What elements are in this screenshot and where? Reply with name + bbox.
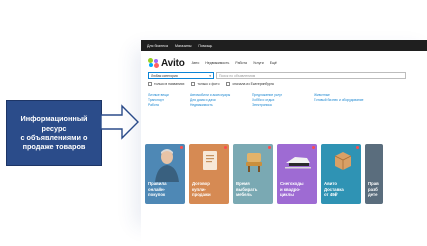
header-row: Avito Авто Недвижимость Работа Услуги Ещ… (141, 55, 427, 71)
promo-card-label: Прав разб дете (368, 181, 379, 197)
checkbox-icon[interactable] (226, 82, 231, 86)
category-link[interactable]: Хобби и отдых (252, 98, 308, 102)
category-links: Личные вещи Автомобили и аксессуары Пред… (141, 93, 427, 108)
filter-local-first[interactable]: сначала из Екатеринбурга (226, 82, 274, 86)
filter-photo-only[interactable]: только с фото (191, 82, 219, 86)
badge-dot-icon (224, 146, 227, 149)
promo-cards: Правила онлайн- покупок Договор купли- п… (145, 144, 383, 204)
promo-card-label: Авито Доставка от 49₽ (324, 181, 344, 197)
promo-card-furniture[interactable]: Время выбирать мебель (233, 144, 273, 204)
badge-dot-icon (356, 146, 359, 149)
avito-logo-icon (148, 58, 159, 68)
category-link[interactable]: Готовый бизнес и оборудование (314, 98, 374, 102)
arrow-right-icon (100, 104, 139, 140)
logo-text: Avito (161, 57, 185, 69)
promo-card-partial[interactable]: Прав разб дете (365, 144, 383, 204)
category-link[interactable]: Электроника (252, 103, 308, 107)
category-link[interactable]: Животные (314, 93, 374, 97)
category-link[interactable]: Транспорт (148, 98, 184, 102)
search-input[interactable]: Поиск по объявлениям (216, 72, 406, 79)
promo-card-snowmobiles[interactable]: Снегоходы и квадро- циклы (277, 144, 317, 204)
category-link[interactable]: Недвижимость (190, 103, 246, 107)
promo-card-avito-delivery[interactable]: Авито Доставка от 49₽ (321, 144, 361, 204)
search-row: Любая категория ▾ Поиск по объявлениям (141, 72, 427, 79)
topbar-link-help[interactable]: Помощь (198, 44, 212, 48)
category-link[interactable]: Для дома и дачи (190, 98, 246, 102)
promo-card-label: Правила онлайн- покупок (148, 181, 167, 197)
category-select[interactable]: Любая категория ▾ (148, 72, 214, 79)
promo-card-label: Снегоходы и квадро- циклы (280, 181, 304, 197)
checkbox-icon[interactable] (148, 82, 152, 86)
category-link[interactable]: Автомобили и аксессуары (190, 93, 246, 97)
category-link[interactable]: Работа (148, 103, 184, 107)
checkbox-icon[interactable] (191, 82, 196, 86)
filter-label: только в названиях (154, 82, 185, 86)
filter-titles-only[interactable]: только в названиях (148, 82, 184, 86)
badge-dot-icon (268, 146, 271, 149)
category-link[interactable]: Предложение услуг (252, 93, 308, 97)
top-bar: Для бизнеса Магазины Помощь (141, 40, 427, 51)
callout-text: Информационный ресурс с объявлениями о п… (17, 112, 90, 153)
topbar-link-shops[interactable]: Магазины (175, 44, 191, 48)
promo-card-label: Время выбирать мебель (236, 181, 258, 197)
category-link[interactable]: Личные вещи (148, 93, 184, 97)
search-placeholder: Поиск по объявлениям (219, 73, 256, 78)
chair-icon (246, 153, 262, 172)
search-filters: только в названиях только с фото сначала… (141, 82, 427, 86)
nav-item-more[interactable]: Ещё (270, 61, 277, 65)
promo-card-sale-contract[interactable]: Договор купли- продажи (189, 144, 229, 204)
chevron-down-icon: ▾ (209, 73, 211, 78)
category-select-value: Любая категория (151, 73, 178, 78)
avito-homepage-snapshot: Для бизнеса Магазины Помощь Avito Авто Н… (141, 40, 427, 218)
avito-logo[interactable]: Avito (148, 58, 185, 69)
callout-line: ресурс (41, 123, 67, 133)
package-icon (334, 152, 352, 170)
nav-item-services[interactable]: Услуги (253, 61, 264, 65)
filter-label: только с фото (197, 82, 220, 86)
nav-item-jobs[interactable]: Работа (235, 61, 247, 65)
promo-card-label: Договор купли- продажи (192, 181, 211, 197)
callout-line: с объявлениями о (20, 133, 88, 142)
page-bottom-space (141, 218, 427, 246)
filter-label: сначала из Екатеринбурга (232, 82, 274, 86)
document-icon (203, 151, 217, 170)
main-nav: Авто Недвижимость Работа Услуги Ещё (192, 61, 277, 65)
nav-item-realty[interactable]: Недвижимость (205, 61, 229, 65)
snowmobile-icon (285, 157, 311, 169)
callout-line: Информационный (20, 114, 88, 124)
topbar-link-business[interactable]: Для бизнеса (147, 44, 168, 48)
person-photo-icon (155, 149, 179, 182)
badge-dot-icon (180, 146, 183, 149)
callout-line: продаже товаров (22, 142, 86, 152)
promo-card-online-rules[interactable]: Правила онлайн- покупок (145, 144, 185, 204)
nav-item-auto[interactable]: Авто (192, 61, 200, 65)
badge-dot-icon (312, 146, 315, 149)
callout-box: Информационный ресурс с объявлениями о п… (6, 100, 102, 166)
